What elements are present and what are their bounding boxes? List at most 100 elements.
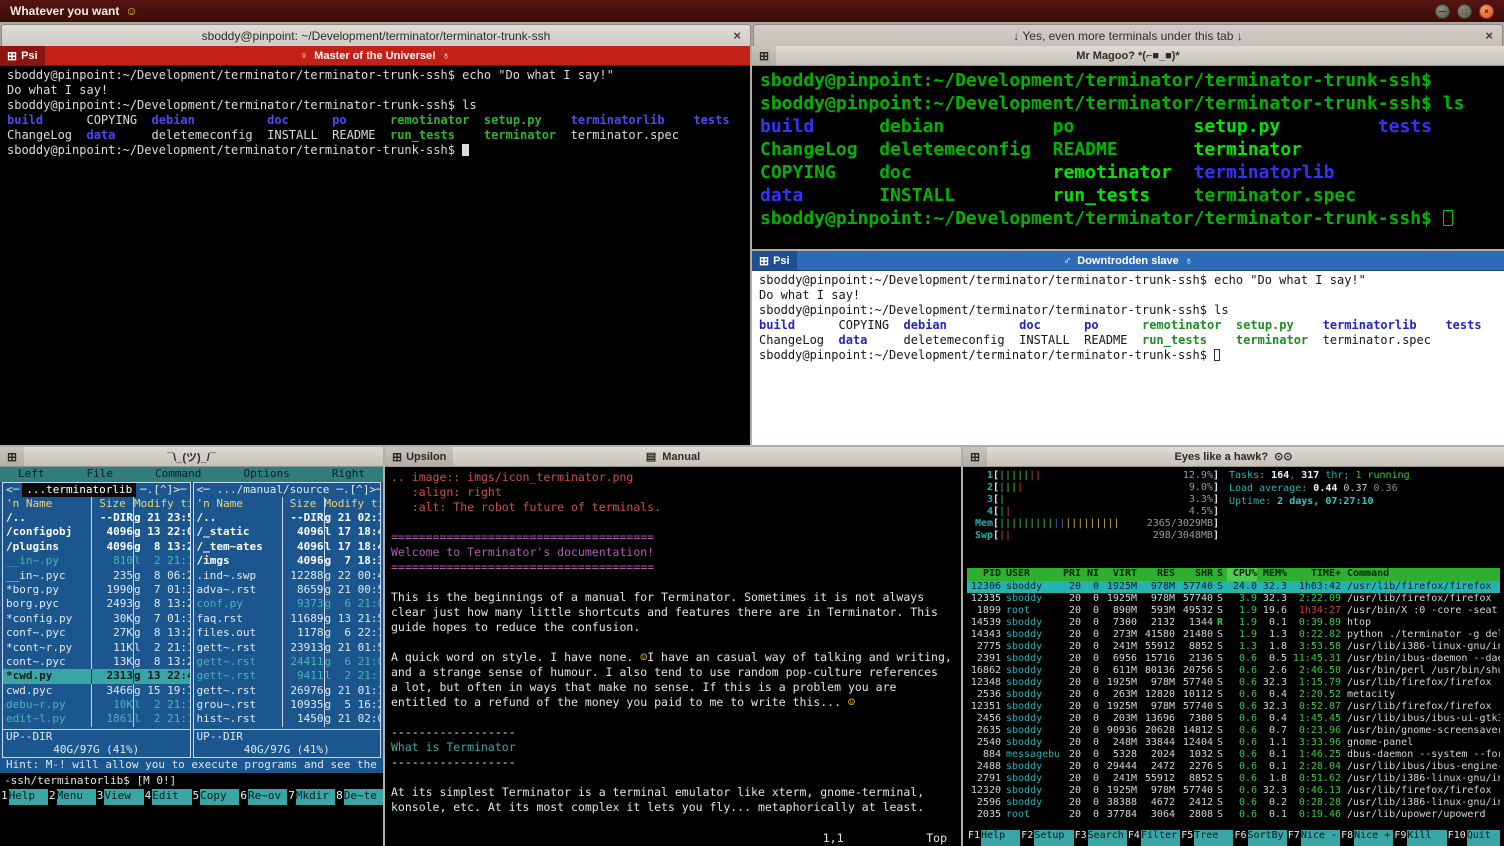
mc-menu-left[interactable]: Left [18,467,45,481]
mc-file-row[interactable]: *config.py30Kg 7 01:37 [3,612,190,626]
mc-file-row[interactable]: debu~r.py10Kl 2 21:16 [3,698,190,712]
terminal-mr-magoo[interactable]: sboddy@pinpoint:~/Development/terminator… [752,66,1504,249]
tab-more-terminals[interactable]: ↓ Yes, even more terminals under this ta… [753,24,1503,46]
close-button[interactable]: × [1479,4,1494,19]
slave-titlebar[interactable]: ⊞ Psi ♂ Downtrodden slave ♁ [752,251,1504,271]
master-titlebar[interactable]: ⊞ Psi ♀ Master of the Universe! ♁ [0,46,750,66]
mc-right-path[interactable]: <─ .../manual/source ─.[^]>─ [194,483,381,497]
htop-process-row[interactable]: 2635sboddy200909362062814812S0.60.70:23.… [967,725,1500,737]
mc-file-row[interactable]: .ind~.swp12288g 22 00:43 [194,569,381,583]
mc-col-mtime[interactable]: Modify tim [324,497,381,511]
htop-process-row[interactable]: 2035root2003778430642808S0.60.10:19.46/u… [967,809,1500,821]
htop-process-row[interactable]: 12351sboddy2001925M978M57740S0.632.30:52… [967,701,1500,713]
mc-command-line[interactable]: -ssh/terminatorlib$ [M 0!] [0,773,383,789]
mc-file-row[interactable]: gett~.rst23913g 21 01:58 [194,641,381,655]
window-titlebar[interactable]: Whatever you want ☺ — □ × [0,0,1504,22]
htop-process-row[interactable]: 12320sboddy2001925M978M57740S0.632.30:46… [967,785,1500,797]
htop-process-row[interactable]: 1899root200890M593M49532S1.919.61h34:27/… [967,605,1500,617]
mc-col-mtime[interactable]: Modify tim [133,497,190,511]
htop-process-row[interactable]: 12348sboddy2001925M978M57740S0.632.31:15… [967,677,1500,689]
mc-file-row[interactable]: /..--DIRg 21 02:11 [194,511,381,525]
mc-fkey-edit[interactable]: 4Edit [144,789,192,805]
mc-file-row[interactable]: /configobj4096g 13 22:00 [3,525,190,539]
mc-col-size[interactable]: Size [282,497,324,511]
group-chip-psi[interactable]: ⊞ Psi [752,251,797,270]
mc-file-row[interactable]: *cont~r.py11Kl 2 21:16 [3,641,190,655]
mc-file-row[interactable]: *borg.py1990g 7 01:37 [3,583,190,597]
mc-fkey-dete[interactable]: 8De~te [335,789,383,805]
htop-process-row[interactable]: 12306sboddy2001925M978M57740S24.032.31h0… [967,581,1500,593]
mc-col-size[interactable]: Size [91,497,133,511]
mc-menu-command[interactable]: Command [155,467,201,481]
htop-process-row[interactable]: 2391sboddy2006956157162136S0.60.511:45.3… [967,653,1500,665]
htop-fkey-help[interactable]: F1Help [967,830,1020,846]
mc-file-row[interactable]: hist~.rst1450g 21 02:03 [194,712,381,726]
htop-process-row[interactable]: 2540sboddy200248M3384412404S0.61.13:33.9… [967,737,1500,749]
group-chip-upsilon[interactable]: ⊞ Upsilon [385,447,453,466]
mc-file-row[interactable]: gett~.rst26976g 21 01:13 [194,684,381,698]
htop-process-row[interactable]: 2775sboddy200241M559128852S1.31.83:53.58… [967,641,1500,653]
group-chip-psi[interactable]: ⊞ Psi [0,46,45,65]
mc-menu-file[interactable]: File [87,467,114,481]
mc-fkey-help[interactable]: 1Help [0,789,48,805]
terminal-downtrodden-slave[interactable]: sboddy@pinpoint:~/Development/terminator… [752,271,1504,445]
mc-file-row[interactable]: conf.py9373g 6 21:08 [194,597,381,611]
mc-file-row[interactable]: /_static4096l 17 18:40 [194,525,381,539]
maximize-button[interactable]: □ [1457,4,1472,19]
mc-file-row[interactable]: files.out1178g 6 22:12 [194,626,381,640]
mc-file-row[interactable]: faq.rst11689g 13 21:54 [194,612,381,626]
mc-column-headers[interactable]: 'n Name Size Modify tim [3,497,190,511]
mc-file-row[interactable]: edit~l.py1861l 2 21:16 [3,712,190,726]
tab-close-icon[interactable]: × [733,28,741,43]
htop-process-row[interactable]: 16862sboddy200611M8013620756S0.62.62:46.… [967,665,1500,677]
htop-titlebar[interactable]: ⊞ Eyes like a hawk? ⊙⊙ [963,447,1504,467]
vim-titlebar[interactable]: ⊞ Upsilon ▤ Manual [385,447,961,467]
mc-file-row[interactable]: borg.pyc2493g 8 13:29 [3,597,190,611]
mc-titlebar[interactable]: ⊞ ¯\_(ツ)_/¯ [0,447,383,467]
mc-fkey-menu[interactable]: 2Menu [48,789,96,805]
mc-file-row[interactable]: *cwd.py2313g 13 22:41 [3,669,190,683]
group-chip[interactable]: ⊞ [963,447,987,466]
htop-process-row[interactable]: 2488sboddy2002944424722276S0.60.12:28.04… [967,761,1500,773]
mc-fkey-copy[interactable]: 5Copy [192,789,240,805]
group-chip[interactable]: ⊞ [752,46,776,65]
vim-editor[interactable]: .. image:: imgs/icon_terminator.png :ali… [385,467,961,846]
mc-col-name[interactable]: 'n Name [3,497,91,511]
htop-process-row[interactable]: 2791sboddy200241M559128852S0.61.80:51.62… [967,773,1500,785]
htop-process-row[interactable]: 12335sboddy2001925M978M57740S3.932.32:22… [967,593,1500,605]
htop-fkey-tree[interactable]: F5Tree [1180,830,1233,846]
mc-file-row[interactable]: gett~.rst9411l 2 21:16 [194,669,381,683]
htop-process-row[interactable]: 2596sboddy2003838846722412S0.60.20:28.28… [967,797,1500,809]
mc-file-row[interactable]: grou~.rst10935g 5 16:20 [194,698,381,712]
mc-file-row[interactable]: /_tem~ates4096l 17 18:40 [194,540,381,554]
mc-file-row[interactable]: gett~.rst24411g 6 21:08 [194,655,381,669]
mc-col-name[interactable]: 'n Name [194,497,282,511]
mc-file-row[interactable]: __in~.py810l 2 21:16 [3,554,190,568]
htop-process-row[interactable]: 14539sboddy200730021321344R1.90.10:39.89… [967,617,1500,629]
mc-file-row[interactable]: cwd.pyc3466g 15 19:14 [3,684,190,698]
mc-file-row[interactable]: cont~.pyc13Kg 8 13:29 [3,655,190,669]
minimize-button[interactable]: — [1435,4,1450,19]
magoo-titlebar[interactable]: ⊞ Mr Magoo? *(⌐■_■)* [752,46,1504,66]
htop-process-row[interactable]: 2536sboddy200263M1282010112S0.60.42:20.5… [967,689,1500,701]
mc-fkey-mkdir[interactable]: 7Mkdir [287,789,335,805]
mc-file-row[interactable]: conf~.pyc27Kg 8 13:29 [3,626,190,640]
mc-file-row[interactable]: __in~.pyc235g 8 06:28 [3,569,190,583]
htop-fkey-nice[interactable]: F7Nice - [1287,830,1340,846]
mc-file-row[interactable]: /imgs4096g 7 18:32 [194,554,381,568]
htop-fkey-kill[interactable]: F9Kill [1393,830,1446,846]
htop-fkey-sortby[interactable]: F6SortBy [1233,830,1286,846]
mc-left-path[interactable]: <─ ...terminatorlib ─.[^]>─ [3,483,190,497]
terminal-master[interactable]: sboddy@pinpoint:~/Development/terminator… [0,66,750,445]
tab-terminal-session[interactable]: sboddy@pinpoint: ~/Development/terminato… [1,24,751,46]
mc-fkey-view[interactable]: 3View [96,789,144,805]
tab-close-icon[interactable]: × [1485,28,1493,43]
htop-process-row[interactable]: 2456sboddy200203M136967380S0.60.41:45.45… [967,713,1500,725]
htop-fkey-filter[interactable]: F4Filter [1127,830,1180,846]
group-chip[interactable]: ⊞ [0,447,24,466]
htop-fkey-nice[interactable]: F8Nice + [1340,830,1393,846]
mc-fkey-reov[interactable]: 6Re~ov [239,789,287,805]
htop-fkey-quit[interactable]: F10Quit [1447,830,1500,846]
mc-menu-options[interactable]: Options [243,467,289,481]
mc-file-row[interactable]: adva~.rst8659g 21 00:52 [194,583,381,597]
